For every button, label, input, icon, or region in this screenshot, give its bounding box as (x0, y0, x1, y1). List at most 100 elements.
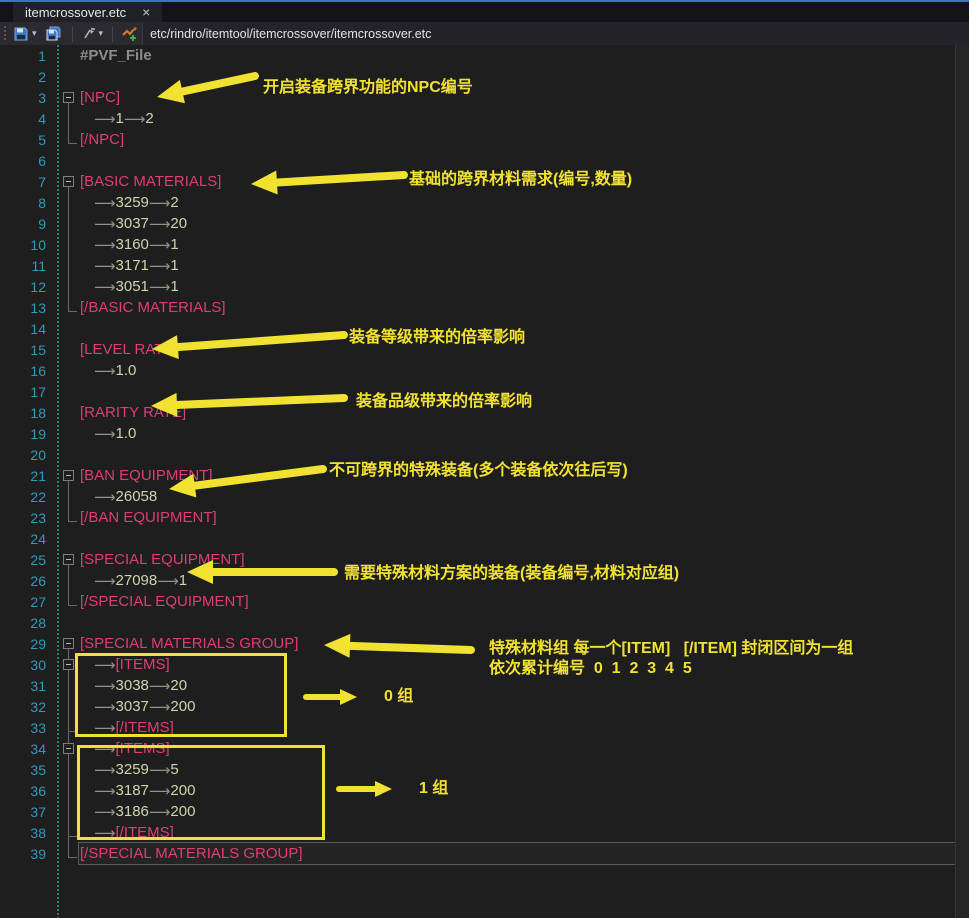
code-line[interactable]: 35⟶ 3259 ⟶ 5 (0, 759, 956, 780)
code-line[interactable]: 23[/BAN EQUIPMENT] (0, 507, 956, 528)
code-line[interactable]: 8 ⟶ 3259 ⟶ 2 (0, 192, 956, 213)
arrow-token: ⟶ (94, 803, 116, 821)
line-content: ⟶ 3259 ⟶ 2 (94, 192, 179, 213)
code-line[interactable]: 39[/SPECIAL MATERIALS GROUP] (0, 843, 956, 864)
fold-collapse-icon[interactable] (63, 638, 74, 649)
code-line[interactable]: 32⟶ 3037 ⟶ 200 (0, 696, 956, 717)
line-number: 31 (0, 678, 46, 694)
code-line[interactable]: 34⟶ [ITEMS] (0, 738, 956, 759)
code-line[interactable]: 16⟶ 1.0 (0, 360, 956, 381)
line-number: 7 (0, 174, 46, 190)
line-number: 18 (0, 405, 46, 421)
arrow-token: ⟶ (94, 236, 116, 254)
code-line[interactable]: 14 (0, 318, 956, 339)
line-content: ⟶ [ITEMS] (94, 738, 170, 759)
section-tag: [RARITY RATE] (80, 404, 186, 421)
code-line[interactable]: 33⟶ [/ITEMS] (0, 717, 956, 738)
code-line[interactable]: 10⟶ 3160 ⟶ 1 (0, 234, 956, 255)
code-line[interactable]: 25 [SPECIAL EQUIPMENT] (0, 549, 956, 570)
line-number: 4 (0, 111, 46, 127)
arrow-token: ⟶ (94, 257, 116, 275)
line-number: 25 (0, 552, 46, 568)
crossover-add-button[interactable] (120, 25, 140, 43)
code-line[interactable]: 6 (0, 150, 956, 171)
fold-collapse-icon[interactable] (63, 659, 74, 670)
line-number: 33 (0, 720, 46, 736)
code-line[interactable]: 28 (0, 612, 956, 633)
section-tag: [ITEMS] (116, 656, 170, 673)
save-button[interactable]: ▾ (11, 25, 39, 43)
code-line[interactable]: 17 (0, 381, 956, 402)
code-line[interactable]: 29[SPECIAL MATERIALS GROUP] (0, 633, 956, 654)
chevron-down-icon[interactable]: ▾ (32, 28, 37, 39)
line-content: ⟶ 3051 ⟶ 1 (94, 276, 179, 297)
grip-handle[interactable] (2, 26, 9, 42)
value: 200 (170, 803, 195, 820)
code-editor[interactable]: 1#PVF_File 2 3[NPC]4⟶ 1 ⟶ 25[/NPC] 6 7[BASIC… (0, 45, 969, 918)
code-line[interactable]: 15[LEVEL RATE] (0, 339, 956, 360)
code-line[interactable]: 3[NPC] (0, 87, 956, 108)
line-content: [/SPECIAL EQUIPMENT] (80, 591, 249, 612)
line-number: 2 (0, 69, 46, 85)
toolbar: ▾ ▾ etc/rindro/itemtool/itemcrossover/it… (0, 22, 969, 45)
line-content: ⟶ 3037 ⟶ 20 (94, 213, 187, 234)
fold-collapse-icon[interactable] (63, 470, 74, 481)
code-line[interactable]: 20 (0, 444, 956, 465)
fold-collapse-icon[interactable] (63, 176, 74, 187)
code-line[interactable]: 22⟶ 26058 (0, 486, 956, 507)
close-icon[interactable]: × (142, 4, 150, 20)
value: 3051 (116, 278, 149, 295)
code-line[interactable]: 4⟶ 1 ⟶ 2 (0, 108, 956, 129)
code-line[interactable]: 2 (0, 66, 956, 87)
value: 1.0 (116, 362, 137, 379)
code-line[interactable]: 38⟶ [/ITEMS] (0, 822, 956, 843)
code-line[interactable]: 27 [/SPECIAL EQUIPMENT] (0, 591, 956, 612)
arrow-token: ⟶ (94, 677, 116, 695)
fold-collapse-icon[interactable] (63, 92, 74, 103)
fold-guide-corner (68, 143, 77, 144)
line-content: ⟶ 26058 (94, 486, 157, 507)
value: 3160 (116, 236, 149, 253)
line-number: 13 (0, 300, 46, 316)
line-number: 38 (0, 825, 46, 841)
line-content: ⟶ 1.0 (94, 360, 136, 381)
arrow-token: ⟶ (149, 194, 171, 212)
line-number: 8 (0, 195, 46, 211)
tool-button[interactable]: ▾ (80, 26, 106, 42)
fold-collapse-icon[interactable] (63, 554, 74, 565)
value: 3171 (116, 257, 149, 274)
section-tag: [SPECIAL EQUIPMENT] (80, 551, 244, 568)
file-path-field[interactable]: etc/rindro/itemtool/itemcrossover/itemcr… (142, 22, 969, 45)
line-number: 19 (0, 426, 46, 442)
code-line[interactable]: 11⟶ 3171 ⟶ 1 (0, 255, 956, 276)
tab-itemcrossover[interactable]: itemcrossover.etc × (13, 2, 162, 22)
code-line[interactable]: 24 (0, 528, 956, 549)
line-number: 17 (0, 384, 46, 400)
code-line[interactable]: 26⟶ 27098 ⟶ 1 (0, 570, 956, 591)
chevron-down-icon[interactable]: ▾ (99, 28, 104, 39)
vertical-scrollbar[interactable] (955, 45, 969, 918)
code-line[interactable]: 19⟶ 1.0 (0, 423, 956, 444)
value: 1 (170, 257, 178, 274)
code-line[interactable]: 37⟶ 3186 ⟶ 200 (0, 801, 956, 822)
code-line[interactable]: 5[/NPC] (0, 129, 956, 150)
code-line[interactable]: 21[BAN EQUIPMENT] (0, 465, 956, 486)
fold-collapse-icon[interactable] (63, 743, 74, 754)
line-number: 6 (0, 153, 46, 169)
arrow-token: ⟶ (94, 362, 116, 380)
code-line[interactable]: 36⟶ 3187 ⟶ 200 (0, 780, 956, 801)
line-number: 27 (0, 594, 46, 610)
code-line[interactable]: 1#PVF_File (0, 45, 956, 66)
code-line[interactable]: 9⟶ 3037 ⟶ 20 (0, 213, 956, 234)
code-line[interactable]: 18 [RARITY RATE] (0, 402, 956, 423)
code-line[interactable]: 12 ⟶ 3051 ⟶ 1 (0, 276, 956, 297)
code-line[interactable]: 30⟶ [ITEMS] (0, 654, 956, 675)
code-line[interactable]: 7[BASIC MATERIALS] (0, 171, 956, 192)
line-number: 11 (0, 258, 46, 274)
code-line[interactable]: 13[/BASIC MATERIALS] (0, 297, 956, 318)
line-number: 12 (0, 279, 46, 295)
save-all-button[interactable] (43, 25, 65, 43)
code-line[interactable]: 31⟶ 3038 ⟶ 20 (0, 675, 956, 696)
fold-guide-line (68, 481, 69, 521)
value: 20 (170, 677, 187, 694)
